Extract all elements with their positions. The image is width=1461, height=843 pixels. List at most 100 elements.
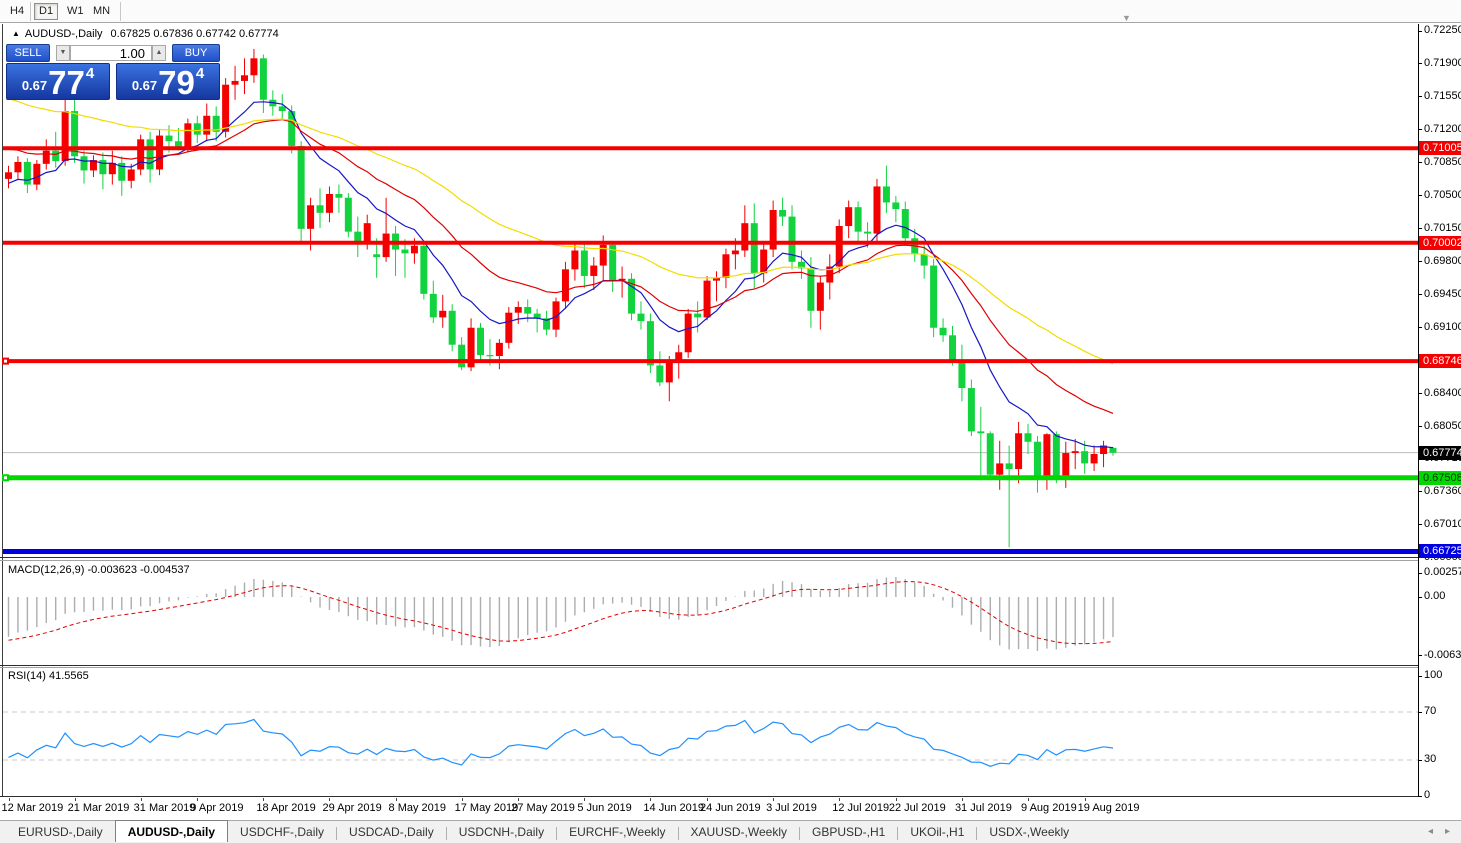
date-label: 21 Mar 2019 xyxy=(68,802,130,814)
date-tick-mark xyxy=(584,798,585,801)
rsi-indicator-panel[interactable] xyxy=(0,668,1418,796)
date-tick-mark xyxy=(650,798,651,801)
main-price-chart[interactable] xyxy=(0,24,1418,557)
candle-body xyxy=(401,250,408,254)
tab-audusd-daily[interactable]: AUDUSD-,Daily xyxy=(115,820,228,842)
tab-xauusd-weekly[interactable]: XAUUSD-,Weekly xyxy=(679,821,799,842)
candle-body xyxy=(836,226,843,267)
candle-body xyxy=(779,210,786,217)
volume-decrease-button[interactable]: ▼ xyxy=(56,45,70,61)
rsi-tick-label: 100 xyxy=(1424,669,1442,681)
rsi-axis: 10070300 xyxy=(1418,668,1461,798)
tab-eurusd-daily[interactable]: EURUSD-,Daily xyxy=(6,821,115,842)
candle-body xyxy=(383,234,390,258)
tab-usdx-weekly[interactable]: USDX-,Weekly xyxy=(977,821,1081,842)
tab-usdcad-daily[interactable]: USDCAD-,Daily xyxy=(337,821,446,842)
candle-body xyxy=(449,311,456,345)
date-label: 22 Jul 2019 xyxy=(889,802,946,814)
candle-body xyxy=(194,123,201,134)
date-label: 19 Aug 2019 xyxy=(1078,802,1140,814)
price-badge: 0.70002 xyxy=(1419,236,1461,250)
buy-price-point: 4 xyxy=(196,65,204,82)
price-tick-mark xyxy=(1418,524,1422,525)
date-tick-mark xyxy=(773,798,774,801)
candle-body xyxy=(486,355,493,356)
candle-body xyxy=(666,360,673,383)
macd-indicator-panel[interactable] xyxy=(0,562,1418,664)
line-handle-center xyxy=(4,360,7,363)
candle-body xyxy=(694,314,701,318)
price-tick-mark xyxy=(1418,491,1422,492)
price-tick-mark xyxy=(1418,195,1422,196)
candle-body xyxy=(581,251,588,276)
tab-eurchf-weekly[interactable]: EURCHF-,Weekly xyxy=(557,821,677,842)
timeframe-button-h4[interactable]: H4 xyxy=(5,3,27,20)
ma-line-slow xyxy=(9,99,1114,364)
sell-button[interactable]: SELL xyxy=(6,44,50,62)
price-tick-mark xyxy=(1418,294,1422,295)
buy-price-prefix: 0.67 xyxy=(132,78,157,93)
price-tick-label: 0.71200 xyxy=(1424,123,1461,135)
price-tick-mark xyxy=(1418,63,1422,64)
candle-body xyxy=(996,463,1003,474)
date-label: 5 Jun 2019 xyxy=(577,802,631,814)
tab-usdchf-daily[interactable]: USDCHF-,Daily xyxy=(228,821,336,842)
rsi-tick-mark xyxy=(1418,796,1422,797)
price-tick-label: 0.68050 xyxy=(1424,420,1461,432)
date-tick-mark xyxy=(197,798,198,801)
timeframe-button-w1[interactable]: W1 xyxy=(62,3,86,20)
candle-body xyxy=(175,141,182,147)
timeframe-button-d1[interactable]: D1 xyxy=(34,3,58,20)
mt4-application-window: H4 D1 W1 MN ▲AUDUSD-,Daily0.67825 0.6783… xyxy=(0,0,1461,843)
candle-body xyxy=(14,162,21,172)
volume-increase-button[interactable]: ▲ xyxy=(152,45,166,61)
candle-body xyxy=(741,223,748,250)
macd-signal-line xyxy=(9,582,1114,644)
volume-input[interactable] xyxy=(70,45,152,61)
candle-body xyxy=(571,251,578,270)
tab-scroll-right-icon[interactable]: ▸ xyxy=(1445,826,1450,837)
rsi-tick-label: 30 xyxy=(1424,753,1436,765)
price-badge: 0.67774 xyxy=(1419,446,1461,460)
sell-price-panel[interactable]: 0.67 77 4 xyxy=(6,63,110,100)
tab-usdcnh-daily[interactable]: USDCNH-,Daily xyxy=(447,821,556,842)
buy-button[interactable]: BUY xyxy=(172,44,220,62)
macd-tick-mark xyxy=(1418,597,1422,598)
candle-body xyxy=(647,321,654,365)
panel-splitter[interactable] xyxy=(0,557,1418,558)
tab-ukoil-h1[interactable]: UKOil-,H1 xyxy=(898,821,976,842)
rsi-label: RSI(14) 41.5565 xyxy=(8,670,89,682)
panel-splitter[interactable] xyxy=(0,665,1418,666)
date-tick-mark xyxy=(9,798,10,801)
candle-body xyxy=(968,388,975,431)
candle-body xyxy=(562,269,569,301)
price-tick-mark xyxy=(1418,162,1422,163)
candle-body xyxy=(241,75,248,81)
candle-body xyxy=(52,151,59,161)
price-tick-label: 0.67010 xyxy=(1424,518,1461,530)
date-tick-mark xyxy=(896,798,897,801)
candle-body xyxy=(1006,463,1013,469)
candle-body xyxy=(845,207,852,226)
tab-gbpusd-h1[interactable]: GBPUSD-,H1 xyxy=(800,821,897,842)
price-tick-label: 0.70500 xyxy=(1424,189,1461,201)
candle-body xyxy=(1091,454,1098,463)
date-label: 12 Jul 2019 xyxy=(832,802,889,814)
timeframe-button-mn[interactable]: MN xyxy=(88,3,114,20)
candle-body xyxy=(326,194,333,213)
date-axis: 12 Mar 201921 Mar 201931 Mar 20199 Apr 2… xyxy=(0,798,1418,818)
candle-body xyxy=(873,186,880,233)
candle-body xyxy=(420,246,427,294)
candle-body xyxy=(1025,433,1032,441)
ma-line-medium xyxy=(9,120,1114,414)
candle-body xyxy=(496,343,503,356)
tab-scroll-left-icon[interactable]: ◂ xyxy=(1428,826,1433,837)
candle-body xyxy=(505,313,512,343)
buy-price-panel[interactable]: 0.67 79 4 xyxy=(116,63,220,100)
candle-body xyxy=(62,111,69,161)
chevron-down-icon[interactable]: ▼ xyxy=(1122,13,1131,23)
date-tick-mark xyxy=(1085,798,1086,801)
candle-body xyxy=(864,232,871,234)
date-tick-mark xyxy=(141,798,142,801)
candle-body xyxy=(883,186,890,202)
